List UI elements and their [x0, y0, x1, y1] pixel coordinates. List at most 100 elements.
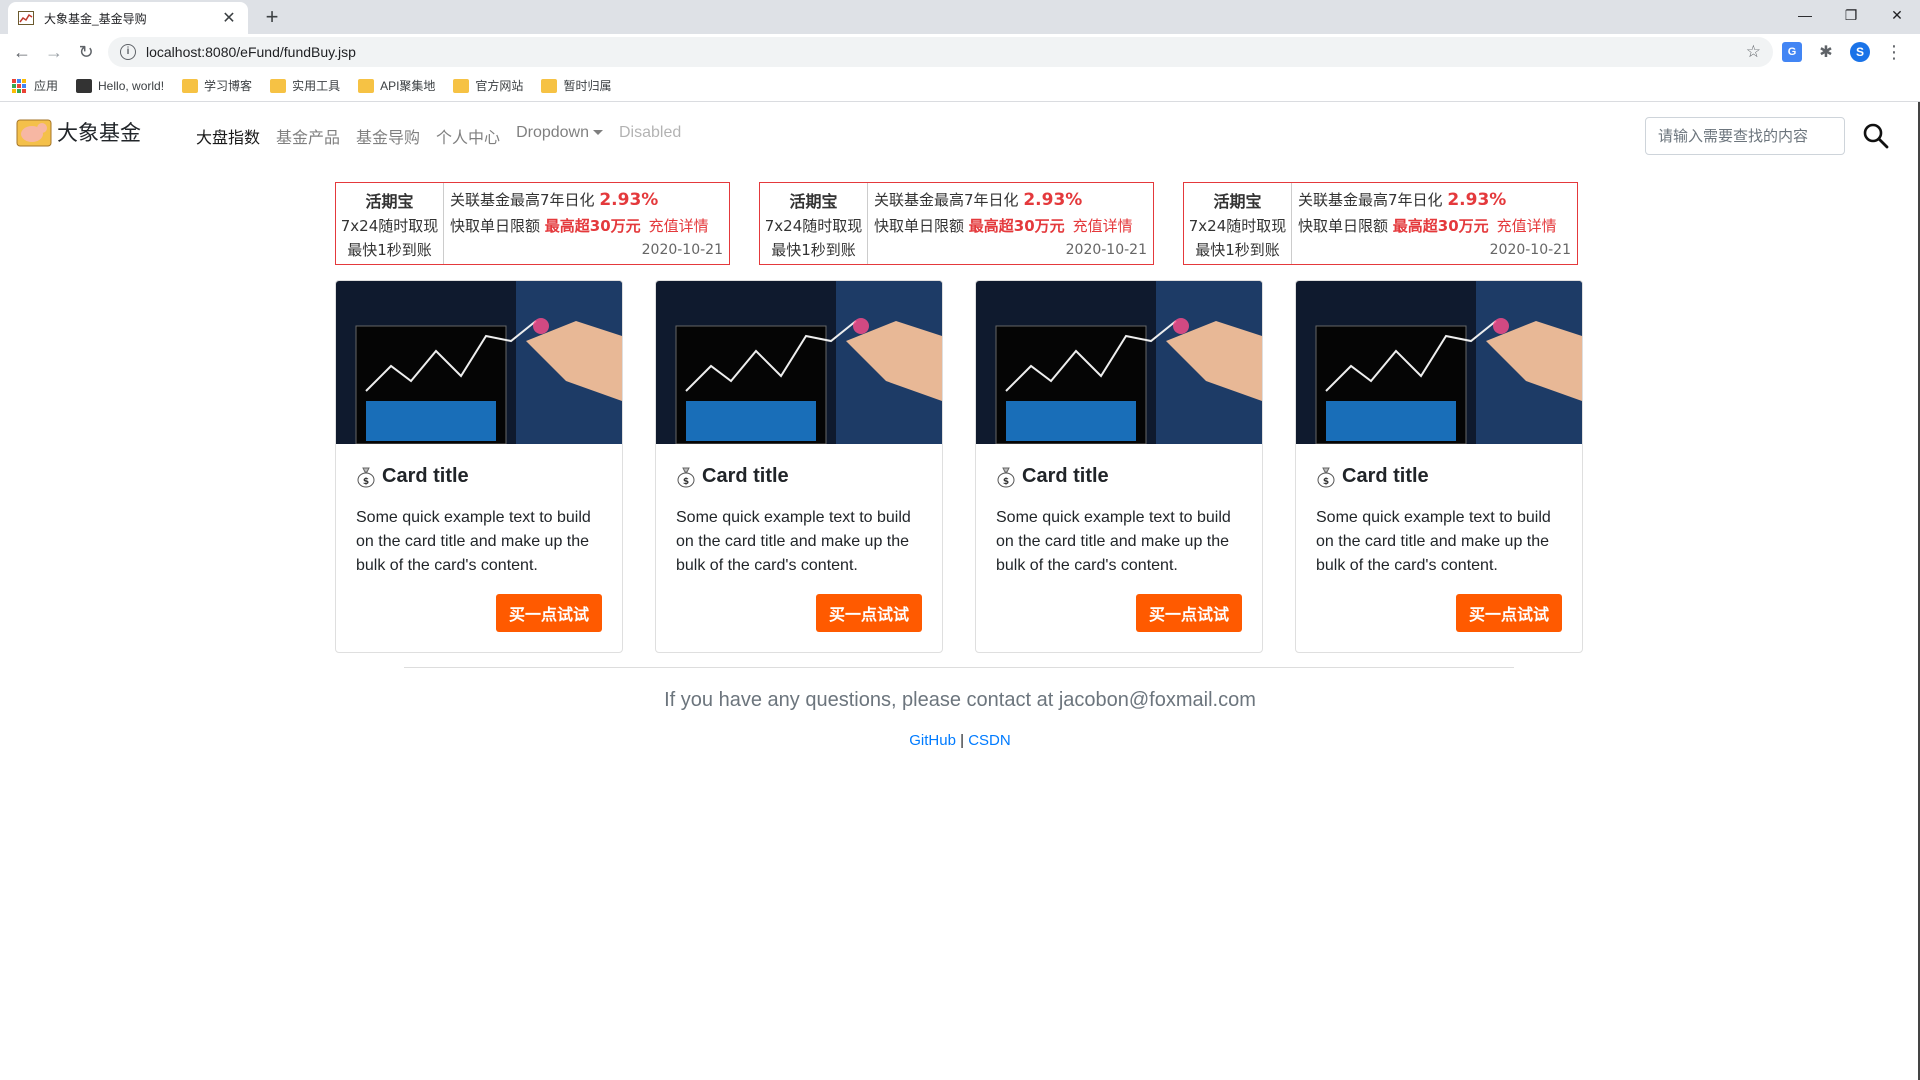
nav-link-personal[interactable]: 个人中心 — [428, 124, 508, 148]
back-icon[interactable]: ← — [6, 36, 38, 68]
bookmark-label: 实用工具 — [292, 79, 341, 93]
svg-text:$: $ — [1323, 477, 1329, 487]
nav-dropdown[interactable]: Dropdown — [508, 124, 611, 148]
csdn-link[interactable]: CSDN — [968, 732, 1011, 749]
bookmark-hello-world[interactable]: Hello, world! — [76, 78, 165, 93]
window-controls: — ❐ ✕ — [1782, 0, 1920, 30]
more-menu-icon[interactable]: ⋮ — [1884, 42, 1904, 62]
limit-label: 快取单日限额 — [450, 217, 541, 236]
folder-icon — [541, 78, 558, 93]
fund-card: $ Card title Some quick example text to … — [655, 280, 943, 653]
folder-icon — [453, 78, 470, 93]
card-body: $ Card title Some quick example text to … — [976, 444, 1262, 596]
money-bag-icon: $ — [997, 467, 1015, 487]
card-title-text: Card title — [702, 465, 789, 487]
bookmark-folder[interactable]: 官方网站 — [453, 77, 523, 94]
footer-contact: If you have any questions, please contac… — [664, 689, 1256, 711]
bookmark-folder[interactable]: 实用工具 — [270, 77, 340, 94]
money-bag-icon: $ — [1317, 467, 1335, 487]
site-info-icon[interactable]: i — [120, 44, 136, 60]
browser-tabstrip: 大象基金_基金导购 ✕ + — ❐ ✕ — [0, 0, 1920, 34]
fund-card: $ Card title Some quick example text to … — [335, 280, 623, 653]
address-bar[interactable]: i localhost:8080/eFund/fundBuy.jsp ☆ — [108, 37, 1773, 67]
fund-card: $ Card title Some quick example text to … — [1295, 280, 1583, 653]
bookmark-folder[interactable]: API聚集地 — [358, 77, 435, 94]
bookmark-folder[interactable]: 暂时归属 — [541, 77, 611, 94]
buy-button[interactable]: 买一点试试 — [496, 594, 602, 632]
translate-extension-icon[interactable]: G — [1782, 42, 1802, 62]
promo-name: 活期宝 — [365, 191, 414, 211]
promo-left: 活期宝 7x24随时取现 最快1秒到账 — [1184, 183, 1292, 264]
window-close-icon[interactable]: ✕ — [1874, 0, 1920, 30]
svg-text:$: $ — [1003, 477, 1009, 487]
restore-icon[interactable]: ❐ — [1828, 0, 1874, 30]
extensions-puzzle-icon[interactable]: ✱ — [1816, 42, 1836, 62]
tab-close-icon[interactable]: ✕ — [220, 8, 238, 28]
new-tab-icon[interactable]: + — [258, 4, 286, 30]
bookmarks-bar: 应用 Hello, world! 学习博客 实用工具 API聚集地 官方网站 暂… — [0, 70, 1920, 102]
promo-name: 活期宝 — [789, 191, 838, 211]
recharge-details-link[interactable]: 充值详情 — [1073, 217, 1133, 235]
buy-button[interactable]: 买一点试试 — [1456, 594, 1562, 632]
promo-banner: 活期宝 7x24随时取现 最快1秒到账 关联基金最高7年日化 2.93% 快取单… — [1183, 182, 1578, 265]
github-link[interactable]: GitHub — [909, 732, 956, 749]
card-title: $ Card title — [356, 465, 602, 488]
money-bag-icon: $ — [677, 467, 695, 487]
page-content: 大象基金 大盘指数 基金产品 基金导购 个人中心 Dropdown Disabl… — [0, 102, 1920, 1080]
footer-divider — [404, 667, 1514, 668]
rate-value: 2.93% — [1447, 189, 1507, 210]
promo-line2: 最快1秒到账 — [347, 240, 432, 259]
buy-button[interactable]: 买一点试试 — [816, 594, 922, 632]
card-text: Some quick example text to build on the … — [996, 509, 1231, 574]
card-title: $ Card title — [1316, 465, 1562, 488]
hello-world-favicon-icon — [76, 78, 93, 93]
extensions-area: G ✱ S ⋮ — [1782, 37, 1904, 67]
promo-name: 活期宝 — [1213, 191, 1262, 211]
reload-icon[interactable]: ↻ — [70, 36, 102, 68]
recharge-details-link[interactable]: 充值详情 — [1497, 217, 1557, 235]
dropdown-label: Dropdown — [516, 124, 589, 141]
rate-label: 关联基金最高7年日化 — [874, 190, 1019, 209]
card-text: Some quick example text to build on the … — [356, 509, 591, 574]
elephant-logo-icon — [16, 119, 52, 147]
nav-link-disabled: Disabled — [619, 124, 682, 141]
bookmark-label: Hello, world! — [98, 78, 165, 93]
card-title-text: Card title — [1022, 465, 1109, 487]
search-icon[interactable] — [1862, 122, 1890, 150]
bookmark-label: API聚集地 — [380, 79, 436, 93]
bookmark-folder[interactable]: 学习博客 — [182, 77, 252, 94]
nav-link-index[interactable]: 大盘指数 — [188, 124, 268, 148]
rate-value: 2.93% — [1023, 189, 1083, 210]
minimize-icon[interactable]: — — [1782, 0, 1828, 30]
browser-toolbar: ← → ↻ i localhost:8080/eFund/fundBuy.jsp… — [0, 34, 1920, 70]
buy-button[interactable]: 买一点试试 — [1136, 594, 1242, 632]
profile-avatar[interactable]: S — [1850, 42, 1870, 62]
site-navbar: 大象基金 大盘指数 基金产品 基金导购 个人中心 Dropdown Disabl… — [0, 102, 1920, 168]
search-input[interactable]: 请输入需要查找的内容 — [1645, 117, 1845, 155]
bookmark-star-icon[interactable]: ☆ — [1746, 42, 1761, 62]
promo-left: 活期宝 7x24随时取现 最快1秒到账 — [760, 183, 868, 264]
bookmark-apps[interactable]: 应用 — [12, 77, 58, 94]
card-body: $ Card title Some quick example text to … — [656, 444, 942, 596]
nav-link-products[interactable]: 基金产品 — [268, 124, 348, 148]
nav-link-guide[interactable]: 基金导购 — [348, 124, 428, 148]
caret-down-icon — [593, 130, 603, 136]
browser-tab[interactable]: 大象基金_基金导购 ✕ — [8, 2, 248, 34]
brand[interactable]: 大象基金 — [15, 116, 141, 148]
stock-chart-image — [1296, 281, 1582, 444]
forward-icon[interactable]: → — [38, 36, 70, 68]
brand-name: 大象基金 — [57, 122, 141, 145]
promo-date: 2020-10-21 — [641, 242, 723, 259]
rate-value: 2.93% — [599, 189, 659, 210]
url-text: localhost:8080/eFund/fundBuy.jsp — [146, 44, 356, 60]
card-text: Some quick example text to build on the … — [1316, 509, 1551, 574]
stock-chart-image — [976, 281, 1262, 444]
stock-chart-image — [656, 281, 942, 444]
promo-right: 关联基金最高7年日化 2.93% 快取单日限额 最高超30万元 充值详情 2020… — [1292, 183, 1577, 264]
footer-separator: | — [960, 732, 965, 749]
nav-links: 大盘指数 基金产品 基金导购 个人中心 Dropdown Disabled — [188, 124, 689, 148]
promo-date: 2020-10-21 — [1065, 242, 1147, 259]
card-title-text: Card title — [1342, 465, 1429, 487]
money-bag-icon: $ — [357, 467, 375, 487]
recharge-details-link[interactable]: 充值详情 — [649, 217, 709, 235]
